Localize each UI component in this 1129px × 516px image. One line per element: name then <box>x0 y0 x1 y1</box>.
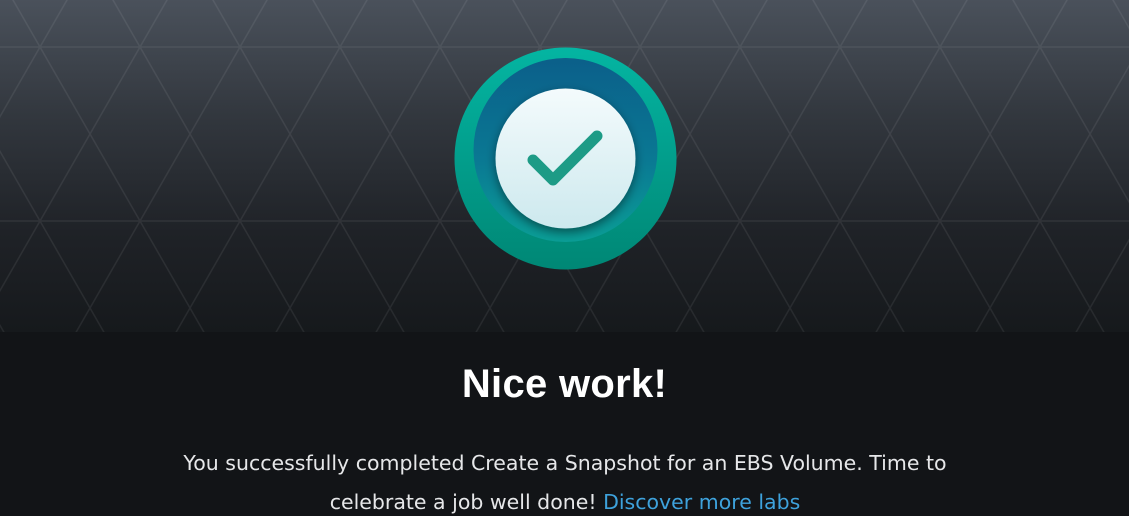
completion-title: Nice work! <box>461 362 668 406</box>
completion-message: You successfully completed Create a Snap… <box>160 444 970 516</box>
success-badge <box>454 47 677 270</box>
completion-message-text: You successfully completed Create a Snap… <box>183 451 947 514</box>
hero-banner <box>0 0 1129 332</box>
completion-page: Nice work! You successfully completed Cr… <box>0 0 1129 516</box>
discover-more-labs-link[interactable]: Discover more labs <box>603 490 800 514</box>
badge-disc <box>495 88 636 229</box>
completion-content: Nice work! You successfully completed Cr… <box>0 332 1129 516</box>
